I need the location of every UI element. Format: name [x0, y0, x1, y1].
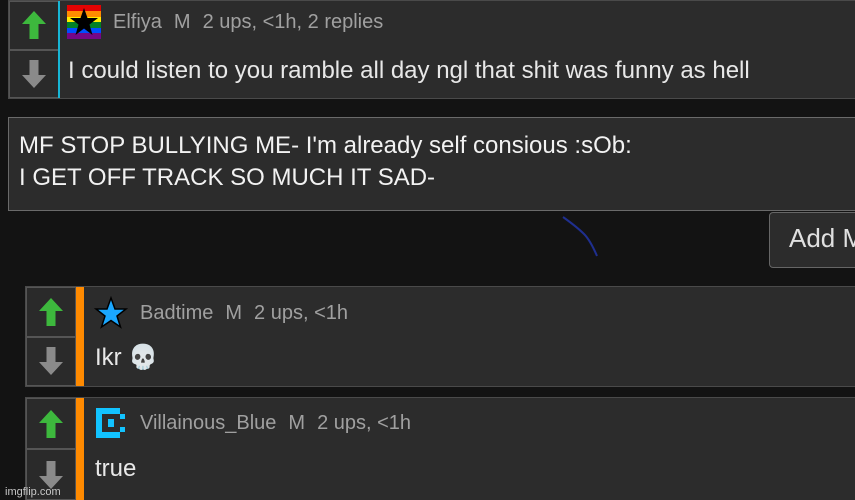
vote-column [9, 1, 59, 98]
downvote-button[interactable] [26, 336, 76, 386]
gender-label: M [288, 411, 306, 434]
comment-stats: 2 ups, <1h [317, 411, 412, 434]
rainbow-star-avatar-icon[interactable] [67, 5, 101, 39]
up-arrow-icon [39, 297, 63, 326]
reply-accent-bar [76, 287, 84, 386]
upvote-button[interactable] [9, 1, 59, 50]
up-arrow-icon [22, 11, 46, 40]
blue-pixel-c-avatar-icon[interactable] [94, 406, 128, 440]
comment-text: Ikr 💀 [95, 344, 159, 371]
comment-stats: 2 ups, <1h [254, 301, 349, 324]
vote-column [26, 287, 76, 386]
scribble-mark [562, 216, 598, 257]
comment-stats: 2 ups, <1h, 2 replies [202, 10, 384, 33]
gender-label: M [173, 10, 191, 33]
add-meme-button[interactable]: Add M [769, 212, 855, 268]
reply-text-line-2: I GET OFF TRACK SO MUCH IT SAD- [19, 164, 436, 191]
username[interactable]: Elfiya [113, 11, 162, 34]
comment-text: I could listen to you ramble all day ngl… [68, 57, 750, 84]
upvote-button[interactable] [26, 398, 76, 449]
down-arrow-icon [39, 460, 63, 489]
comment-text: true [95, 455, 137, 482]
comment-meta: Badtime M 2 ups, <1h [93, 295, 349, 330]
blue-star-avatar-icon[interactable] [93, 295, 129, 330]
reply-accent-bar [76, 398, 84, 500]
down-arrow-icon [39, 347, 63, 376]
up-arrow-icon [39, 409, 63, 438]
reply-text-line-1: MF STOP BULLYING ME- I'm already self co… [19, 132, 632, 159]
comment-elfiya: Elfiya M 2 ups, <1h, 2 replies I could l… [8, 0, 855, 99]
username[interactable]: Badtime [140, 302, 213, 325]
down-arrow-icon [22, 59, 46, 88]
comment-meta: Elfiya M 2 ups, <1h, 2 replies [67, 5, 383, 39]
gender-label: M [225, 301, 243, 324]
reply-textarea[interactable]: MF STOP BULLYING ME- I'm already self co… [8, 117, 855, 211]
comment-badtime: Badtime M 2 ups, <1h Ikr 💀 [25, 286, 855, 387]
username[interactable]: Villainous_Blue [140, 412, 276, 435]
vote-column [26, 398, 76, 500]
upvote-button[interactable] [26, 287, 76, 337]
watermark: imgflip.com [5, 486, 61, 498]
comment-meta: Villainous_Blue M 2 ups, <1h [94, 406, 411, 440]
comment-villainous-blue: Villainous_Blue M 2 ups, <1h true [25, 397, 855, 500]
downvote-button[interactable] [9, 49, 59, 98]
comment-highlight-bar [58, 1, 60, 98]
